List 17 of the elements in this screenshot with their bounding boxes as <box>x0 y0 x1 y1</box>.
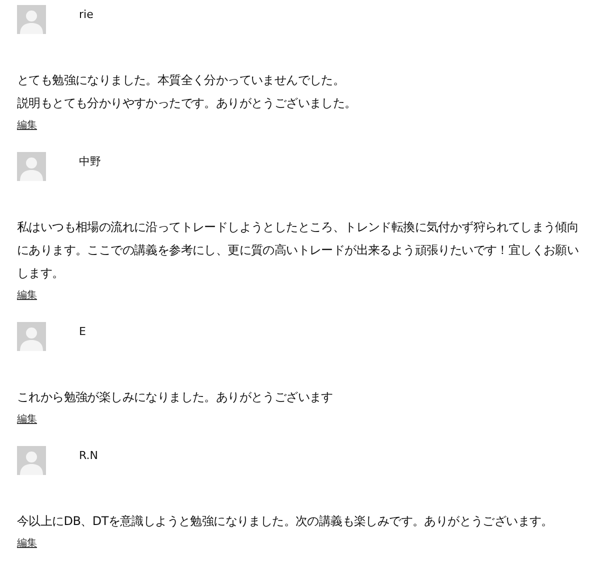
avatar-icon <box>17 152 46 181</box>
author-name: rie <box>79 8 94 22</box>
avatar-icon <box>17 322 46 351</box>
avatar-icon <box>17 5 46 34</box>
edit-link[interactable]: 編集 <box>17 120 37 131</box>
edit-link[interactable]: 編集 <box>17 414 37 425</box>
comment-text: これから勉強が楽しみになりました。ありがとうございます <box>17 389 334 406</box>
edit-link[interactable]: 編集 <box>17 290 37 301</box>
avatar-icon <box>17 446 46 475</box>
edit-link[interactable]: 編集 <box>17 538 37 549</box>
comment-text: 説明もとても分かりやすかったです。ありがとうございました。 <box>17 95 358 112</box>
comment-text: 私はいつも相場の流れに沿ってトレードしようとしたところ、トレンド転換に気付かず狩られてしまう傾向にあります。ここでの講義を参考にし、更に質の高いトレードが出来るよう頑張りたいです！宜しくお願いします。 <box>17 219 580 282</box>
author-name: 中野 <box>79 155 101 169</box>
author-name: E <box>79 325 86 339</box>
author-name: R.N <box>79 449 98 463</box>
comment-text: 今以上にDB、DTを意識しようと勉強になりました。次の講義も楽しみです。ありがとうございます。 <box>17 513 554 530</box>
comment-text: とても勉強になりました。本質全く分かっていませんでした。 <box>17 72 346 89</box>
